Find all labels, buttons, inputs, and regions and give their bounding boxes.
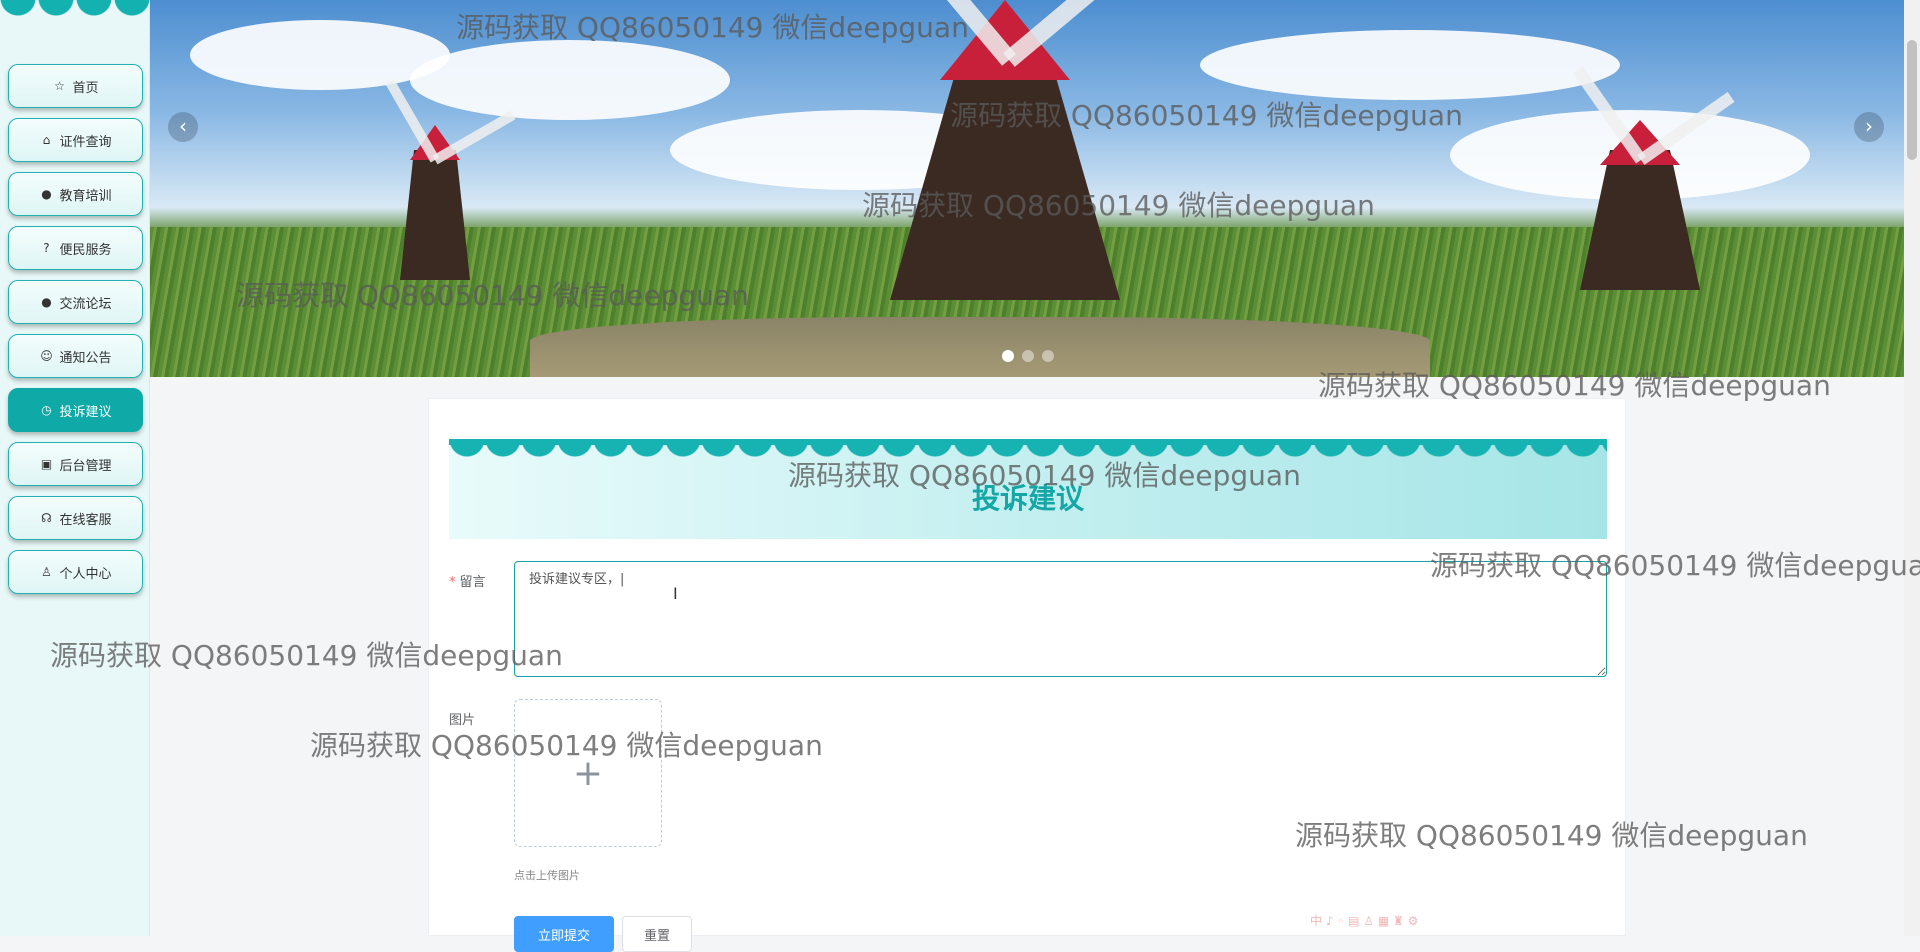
submit-button[interactable]: 立即提交 [514,916,614,952]
sidebar-item-label: 后台管理 [59,458,112,474]
carousel-prev-button[interactable]: ‹ [168,112,198,142]
sidebar-item-label: 便民服务 [59,242,112,258]
carousel-dot[interactable] [1022,350,1034,362]
sidebar-decoration [0,0,150,20]
form-title-banner: 投诉建议 [449,439,1607,539]
reset-button[interactable]: 重置 [622,916,692,952]
question-icon: ? [43,241,50,255]
sidebar-nav: ☆ 首页 ⌂ 证件查询 ● 教育培训? 便民服务 ● 交流论坛 ☺ 通知公告 ◷ 投诉建议 ▣ 后台管理 ☊ 在… [0,0,150,936]
page-title: 投诉建议 [971,482,1084,515]
sidebar-item-0[interactable]: ☆ 首页 [8,64,143,108]
alert-icon: ● [41,187,52,201]
image-upload-button[interactable]: + [514,699,662,847]
sidebar-item-label: 通知公告 [59,350,112,366]
scrollbar-thumb[interactable] [1907,40,1917,160]
carousel-dot[interactable] [1002,350,1014,362]
sidebar-item-3[interactable]: ? 便民服务 [8,226,143,270]
sidebar-item-label: 首页 [72,80,99,96]
required-mark: * [449,575,456,590]
text-cursor-icon: I [673,584,678,603]
headset-icon: ☊ [41,511,52,525]
complaint-form-panel: 投诉建议 * 留言 投诉建议专区，| 图片 + 点击上传图片 立即提交 重置 [428,398,1626,952]
sidebar-item-7[interactable]: ▣ 后台管理 [8,442,143,486]
upload-tip: 点击上传图片 [514,869,580,882]
sidebar-item-4[interactable]: ● 交流论坛 [8,280,143,324]
page-scrollbar[interactable] [1904,0,1920,936]
carousel-next-button[interactable]: › [1854,112,1884,142]
image-label: 图片 [449,713,476,728]
message-label-text: 留言 [459,575,486,590]
sidebar-item-5[interactable]: ☺ 通知公告 [8,334,143,378]
ime-toolbar[interactable]: 中 ♪ ◦ ▤ ♙ ▦ ♜ ⚙ [1310,912,1418,929]
banner-scallop [449,439,1607,457]
clock-icon: ◷ [41,403,52,417]
sidebar-item-9[interactable]: ♙ 个人中心 [8,550,143,594]
message-textarea[interactable]: 投诉建议专区，| [514,561,1607,677]
info-icon: ● [41,295,52,309]
sidebar-item-label: 证件查询 [59,134,112,150]
briefcase-icon: ▣ [40,457,53,471]
sidebar-item-label: 交流论坛 [59,296,112,312]
pond [530,317,1430,377]
carousel-indicators [1002,350,1054,362]
cloud-decoration [1200,30,1620,100]
sidebar-item-1[interactable]: ⌂ 证件查询 [8,118,143,162]
sidebar-item-8[interactable]: ☊ 在线客服 [8,496,143,540]
message-label: * 留言 [449,571,486,590]
sidebar-item-label: 在线客服 [59,512,112,528]
star-icon: ☆ [54,79,65,93]
bag-icon: ⌂ [42,133,51,147]
carousel-dot[interactable] [1042,350,1054,362]
plus-icon: + [572,752,604,794]
sidebar-item-label: 个人中心 [59,566,112,582]
sidebar-item-label: 投诉建议 [59,404,112,420]
user-icon: ♙ [41,565,52,579]
sidebar-item-6[interactable]: ◷ 投诉建议 [8,388,143,432]
cloud-decoration [410,40,730,120]
smile-icon: ☺ [40,349,53,363]
sidebar-item-2[interactable]: ● 教育培训 [8,172,143,216]
sidebar-item-label: 教育培训 [59,188,112,204]
hero-carousel: ‹ › [150,0,1904,377]
sidebar-menu: ☆ 首页 ⌂ 证件查询 ● 教育培训? 便民服务 ● 交流论坛 ☺ 通知公告 ◷ 投诉建议 ▣ 后台管理 ☊ 在… [8,64,143,594]
